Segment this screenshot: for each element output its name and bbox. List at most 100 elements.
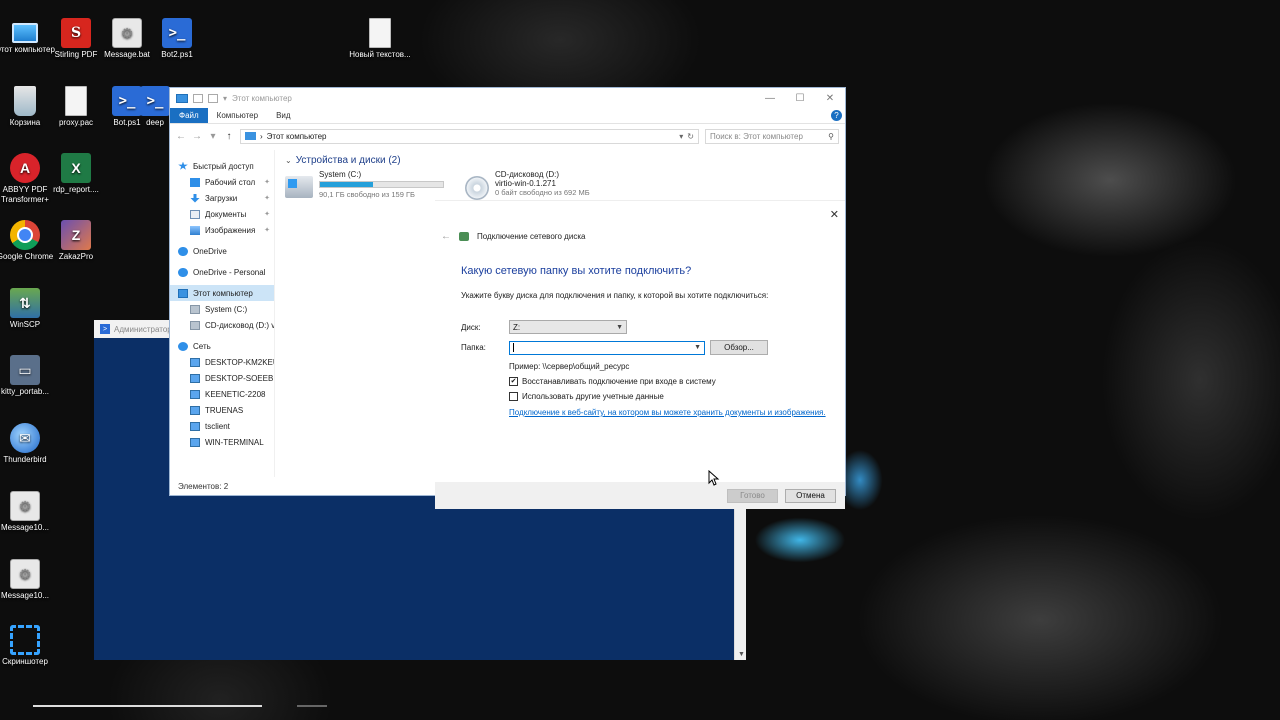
minimize-button[interactable]: — xyxy=(755,93,785,104)
other-credentials-checkbox[interactable]: Использовать другие учетные данные xyxy=(509,392,835,401)
close-icon[interactable]: ✕ xyxy=(830,208,839,221)
desktop-icon-deep[interactable]: >_ deep xyxy=(140,86,170,128)
desktop-icon-zakazpro[interactable]: Z ZakazPro xyxy=(45,220,107,262)
desktop-icon-rdp-report[interactable]: X rdp_report.... xyxy=(45,153,107,195)
window-title: Этот компьютер xyxy=(232,93,292,103)
group-header[interactable]: ⌄ Устройства и диски (2) xyxy=(285,155,835,166)
folder-input[interactable]: ▼ xyxy=(509,340,705,355)
dialog-question: Какую сетевую папку вы хотите подключить… xyxy=(461,265,692,277)
tab-view[interactable]: Вид xyxy=(267,108,299,123)
desktop-icon-message10-a[interactable]: ⚙ Message10... xyxy=(0,491,56,533)
desktop-icon-label: WinSCP xyxy=(9,320,41,329)
pin-icon[interactable]: ✦ xyxy=(264,178,270,186)
reconnect-checkbox[interactable]: ✔ Восстанавливать подключение при входе … xyxy=(509,377,835,386)
back-arrow-icon[interactable]: ← xyxy=(441,231,451,242)
up-arrow-icon[interactable]: ↑ xyxy=(224,131,234,142)
desktop-icon-message10-b[interactable]: ⚙ Message10... xyxy=(0,559,56,601)
desktop-icon-label: rdp_report.... xyxy=(53,185,99,194)
nav-this-pc[interactable]: Этот компьютер xyxy=(170,285,274,301)
this-pc-icon xyxy=(12,23,38,43)
browse-button[interactable]: Обзор... xyxy=(710,340,768,355)
close-button[interactable]: ✕ xyxy=(815,93,845,104)
chevron-down-icon[interactable]: ▾ xyxy=(223,94,227,103)
desktop-icon-kitty[interactable]: ▭ kitty_portab... xyxy=(0,355,56,397)
finish-button[interactable]: Готово xyxy=(727,488,778,503)
chevron-down-icon[interactable]: ▾ xyxy=(679,132,683,141)
cloud-icon xyxy=(178,267,188,277)
nav-label: OneDrive - Personal xyxy=(193,267,266,277)
nav-desktop[interactable]: Рабочий стол ✦ xyxy=(170,174,274,190)
cancel-button[interactable]: Отмена xyxy=(785,488,836,503)
nav-host[interactable]: DESKTOP-KM2KEUF xyxy=(170,354,274,370)
nav-network[interactable]: Сеть xyxy=(170,338,274,354)
desktop-icon-winscp[interactable]: ⇅ WinSCP xyxy=(0,288,56,330)
nav-documents[interactable]: Документы ✦ xyxy=(170,206,274,222)
back-arrow-icon[interactable]: ← xyxy=(176,131,186,142)
desktop-icon-label: ZakazPro xyxy=(58,252,94,261)
nav-cd-drive[interactable]: CD-дисковод (D:) v xyxy=(170,317,274,333)
nav-system-c[interactable]: System (C:) xyxy=(170,301,274,317)
website-link[interactable]: Подключение к веб-сайту, на котором вы м… xyxy=(509,408,835,417)
chrome-icon xyxy=(10,220,40,250)
nav-label: Изображения xyxy=(205,225,256,235)
nav-host[interactable]: tsclient xyxy=(170,418,274,434)
chevron-down-icon[interactable]: ▾ xyxy=(208,131,218,142)
chevron-down-icon[interactable]: ⌄ xyxy=(285,156,292,165)
explorer-titlebar[interactable]: ▾ Этот компьютер — ☐ ✕ xyxy=(170,88,845,108)
pin-icon[interactable]: ✦ xyxy=(264,226,270,234)
desktop-icon-screenshot[interactable]: Скриншотер xyxy=(0,625,56,667)
nav-label: System (C:) xyxy=(205,304,248,314)
nav-label: TRUENAS xyxy=(205,405,244,415)
cloud-icon xyxy=(178,246,188,256)
tab-file[interactable]: Файл xyxy=(170,108,208,123)
nav-onedrive-personal[interactable]: OneDrive - Personal xyxy=(170,264,274,280)
refresh-icon[interactable]: ↻ xyxy=(687,132,694,141)
drive-usage-bar xyxy=(319,181,444,188)
chevron-down-icon[interactable]: ▼ xyxy=(616,324,623,331)
folder-label: Папка: xyxy=(461,343,486,352)
drive-tile-system-c[interactable]: System (C:) 90,1 ГБ свободно из 159 ГБ xyxy=(285,170,453,200)
ribbon-tabs: Файл Компьютер Вид ? xyxy=(170,108,845,124)
this-pc-icon xyxy=(176,93,188,103)
nav-host[interactable]: WIN-TERMINAL xyxy=(170,434,274,450)
nav-onedrive[interactable]: OneDrive xyxy=(170,243,274,259)
thunderbird-icon: ✉ xyxy=(10,423,40,453)
tab-computer[interactable]: Компьютер xyxy=(208,108,267,123)
maximize-button[interactable]: ☐ xyxy=(785,93,815,104)
chevron-down-icon[interactable]: ▼ xyxy=(738,651,745,658)
computer-icon xyxy=(190,389,200,399)
nav-host[interactable]: TRUENAS xyxy=(170,402,274,418)
item-count: Элементов: 2 xyxy=(178,481,229,491)
console-title: Администратор xyxy=(114,324,172,334)
new-folder-icon[interactable] xyxy=(208,93,218,103)
nav-host[interactable]: KEENETIC-2208 xyxy=(170,386,274,402)
pin-icon[interactable]: ✦ xyxy=(264,210,270,218)
desktop-icon-thunderbird[interactable]: ✉ Thunderbird xyxy=(0,423,56,465)
drive-volume-label: virtio-win-0.1.271 xyxy=(495,179,556,188)
pin-icon[interactable]: ✦ xyxy=(264,194,270,202)
cd-drive-icon xyxy=(190,320,200,330)
console-scrollbar[interactable]: ▼ xyxy=(734,500,746,660)
checkbox-unchecked-icon[interactable] xyxy=(509,392,518,401)
chevron-down-icon[interactable]: ▼ xyxy=(694,344,701,351)
search-icon[interactable]: ⚲ xyxy=(828,132,834,141)
address-bar[interactable]: › Этот компьютер ▾ ↻ xyxy=(240,128,699,144)
desktop-icon-bot2-ps1[interactable]: >_ Bot2.ps1 xyxy=(146,18,208,60)
properties-icon[interactable] xyxy=(193,93,203,103)
nav-label: Рабочий стол xyxy=(205,177,256,187)
nav-pictures[interactable]: Изображения ✦ xyxy=(170,222,274,238)
nav-host[interactable]: DESKTOP-SOEEBFK xyxy=(170,370,274,386)
search-input[interactable]: Поиск в: Этот компьютер ⚲ xyxy=(705,128,839,144)
drive-letter-select[interactable]: Z: ▼ xyxy=(509,320,627,334)
drive-tile-cd[interactable]: CD-дисковод (D:) virtio-win-0.1.271 0 ба… xyxy=(465,170,633,200)
chevron-right-icon[interactable]: › xyxy=(260,132,263,141)
map-network-drive-dialog[interactable]: ✕ ← Подключение сетевого диска Какую сет… xyxy=(435,200,845,509)
desktop-icon-new-text[interactable]: Новый текстов... xyxy=(349,18,411,60)
forward-arrow-icon[interactable]: → xyxy=(192,131,202,142)
nav-downloads[interactable]: Загрузки ✦ xyxy=(170,190,274,206)
nav-quick-access[interactable]: Быстрый доступ xyxy=(170,158,274,174)
help-icon[interactable]: ? xyxy=(831,110,842,121)
search-placeholder: Поиск в: Этот компьютер xyxy=(710,131,803,141)
checkbox-checked-icon[interactable]: ✔ xyxy=(509,377,518,386)
desktop-icon-label: Message10... xyxy=(0,523,50,532)
